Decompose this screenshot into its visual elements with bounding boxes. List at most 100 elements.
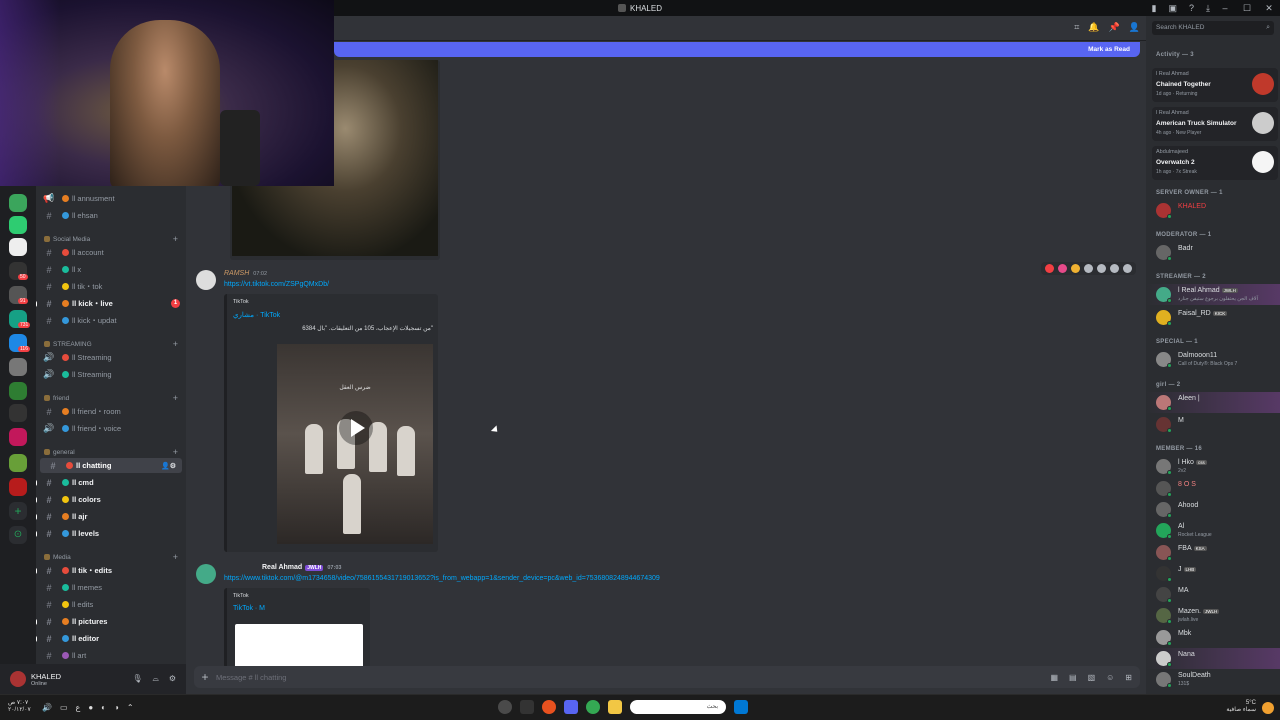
server-icon[interactable] xyxy=(9,238,27,256)
channel-item[interactable]: # ll friend・room xyxy=(36,404,186,419)
embed-title[interactable]: TikTok · M xyxy=(233,605,265,612)
pin-icon[interactable]: 📌 xyxy=(1109,22,1120,33)
member-item[interactable]: Faisal_RD KICK xyxy=(1146,307,1280,328)
pin-icon[interactable]: ▮ xyxy=(1152,3,1157,14)
channel-item[interactable]: # ll kick・live 1 xyxy=(36,296,186,311)
member-item[interactable]: Aleen | xyxy=(1146,392,1280,413)
member-item[interactable]: Dalmooon11 Call of Duty®: Black Ops 7 xyxy=(1146,349,1280,370)
tray-app-icon[interactable]: ◑ xyxy=(114,703,119,712)
mic-icon[interactable]: ● xyxy=(88,703,93,712)
channel-item[interactable]: # ll tik・tok xyxy=(36,279,186,294)
help-icon[interactable]: ? xyxy=(1189,3,1194,13)
maximize-button[interactable]: ☐ xyxy=(1236,3,1258,14)
channel-category[interactable]: friend + xyxy=(36,392,186,404)
discord-icon[interactable] xyxy=(564,700,578,714)
download-icon[interactable]: ⤓ xyxy=(1206,3,1210,14)
member-item[interactable]: Ahood xyxy=(1146,499,1280,520)
member-item[interactable]: Badr xyxy=(1146,242,1280,263)
channel-item[interactable]: # ll edits xyxy=(36,597,186,612)
file-explorer-icon[interactable] xyxy=(608,700,622,714)
member-item[interactable]: l Hko css 2v2 xyxy=(1146,456,1280,477)
gif-icon[interactable]: ▤ xyxy=(1069,673,1077,682)
member-item[interactable]: M xyxy=(1146,414,1280,435)
headset-icon[interactable]: ⌓ xyxy=(153,674,159,684)
channel-item[interactable]: # ll art xyxy=(36,648,186,663)
member-item[interactable]: 8 O S xyxy=(1146,478,1280,499)
server-icon[interactable] xyxy=(9,454,27,472)
channel-item[interactable]: # ll cmd xyxy=(36,475,186,490)
add-channel-icon[interactable]: + xyxy=(173,339,178,349)
activity-card[interactable]: Abdulmajeed Overwatch 2 1h ago · 7x Streak xyxy=(1152,146,1278,180)
embed-title[interactable]: مشاري · TikTok xyxy=(233,311,280,319)
member-item[interactable]: SoulDeath 131$ xyxy=(1146,669,1280,690)
discover-icon[interactable]: ⊙ xyxy=(9,526,27,544)
brave-icon[interactable] xyxy=(542,700,556,714)
sticker-icon[interactable]: ▧ xyxy=(1088,673,1096,682)
gift-icon[interactable]: ▦ xyxy=(1050,673,1058,682)
channel-item[interactable]: # ll ajr xyxy=(36,509,186,524)
add-server-icon[interactable]: + xyxy=(9,502,27,520)
add-channel-icon[interactable]: + xyxy=(173,234,178,244)
screen-icon[interactable]: ▣ xyxy=(1168,3,1177,14)
channel-item[interactable]: # ll editor xyxy=(36,631,186,646)
server-icon[interactable] xyxy=(9,404,27,422)
add-channel-icon[interactable]: + xyxy=(173,393,178,403)
server-icon[interactable] xyxy=(9,358,27,376)
more-icon[interactable] xyxy=(1123,264,1132,273)
avatar[interactable] xyxy=(196,270,216,290)
language-icon[interactable]: ع xyxy=(76,703,81,712)
channel-category[interactable]: STREAMING + xyxy=(36,338,186,350)
embed-video[interactable]: ضرس العقل xyxy=(277,344,433,544)
threads-icon[interactable]: ⌗ xyxy=(1074,22,1079,33)
member-item[interactable]: Mbk xyxy=(1146,627,1280,648)
channel-item[interactable]: 🔊 ll Streaming xyxy=(36,350,186,365)
activity-card[interactable]: l Real Ahmad American Truck Simulator 4h a… xyxy=(1152,107,1278,141)
channel-item[interactable]: # ll tik・edits xyxy=(36,563,186,578)
new-messages-bar[interactable]: Mark as Read xyxy=(334,42,1140,57)
tray-app-icon[interactable]: ◐ xyxy=(101,703,106,712)
member-item[interactable]: Mazen. JWLH jwlah.live xyxy=(1146,605,1280,626)
heart-reaction-icon[interactable] xyxy=(1045,264,1054,273)
member-item[interactable]: MA xyxy=(1146,584,1280,605)
channel-item[interactable]: 📢 ll annusment xyxy=(36,191,186,206)
channel-settings-icon[interactable]: 👤⚙ xyxy=(161,462,176,470)
windows-start-icon[interactable] xyxy=(734,700,748,714)
reaction-icon[interactable] xyxy=(1058,264,1067,273)
weather[interactable]: 5°C سماء صافية xyxy=(1226,700,1256,714)
attach-icon[interactable]: + xyxy=(194,670,216,684)
chevron-up-icon[interactable]: ⌃ xyxy=(127,703,134,712)
member-item[interactable]: Al Rocket League xyxy=(1146,520,1280,541)
member-item[interactable]: FBA KSA xyxy=(1146,542,1280,563)
play-icon[interactable] xyxy=(339,411,373,445)
message-link[interactable]: https://www.tiktok.com/@m1734658/video/7… xyxy=(224,575,660,582)
search-input[interactable]: Search KHALED ⌕ xyxy=(1152,21,1274,35)
channel-item[interactable]: # ll account xyxy=(36,245,186,260)
capcut-icon[interactable] xyxy=(520,700,534,714)
channel-item[interactable]: 🔊 ll Streaming xyxy=(36,367,186,382)
microphone-icon[interactable]: 🎙 xyxy=(132,674,142,684)
reply-icon[interactable] xyxy=(1097,264,1106,273)
channel-item[interactable]: # ll memes xyxy=(36,580,186,595)
channel-item[interactable]: # ll ehsan xyxy=(36,208,186,223)
channel-item[interactable]: # ll pictures xyxy=(36,614,186,629)
message-input[interactable]: Message # ll chatting xyxy=(216,673,286,682)
forward-icon[interactable] xyxy=(1110,264,1119,273)
message-author[interactable]: Real Ahmad JWLH 07:03 xyxy=(262,564,341,571)
channel-category[interactable]: Social Media + xyxy=(36,233,186,245)
server-icon[interactable] xyxy=(9,194,27,212)
channel-item[interactable]: # ll levels xyxy=(36,526,186,541)
channel-item[interactable]: # ll x xyxy=(36,262,186,277)
emoji-icon[interactable]: ☺ xyxy=(1106,673,1114,682)
member-item[interactable]: J LHB xyxy=(1146,563,1280,584)
bell-icon[interactable]: 🔔 xyxy=(1088,22,1099,33)
message-author[interactable]: RAMSH 07:02 xyxy=(224,270,267,277)
message-composer[interactable]: + Message # ll chatting ▦ ▤ ▧ ☺ ⊞ xyxy=(194,666,1140,688)
channel-item[interactable]: 🔊 ll friend・voice xyxy=(36,421,186,436)
avatar[interactable] xyxy=(10,671,26,687)
channel-item[interactable]: # ll chatting 👤⚙ xyxy=(40,458,182,473)
add-reaction-icon[interactable] xyxy=(1084,264,1093,273)
apps-icon[interactable]: ⊞ xyxy=(1125,673,1132,682)
add-channel-icon[interactable]: + xyxy=(173,447,178,457)
members-icon[interactable]: 👤 xyxy=(1129,22,1140,33)
member-item[interactable]: Nana xyxy=(1146,648,1280,669)
